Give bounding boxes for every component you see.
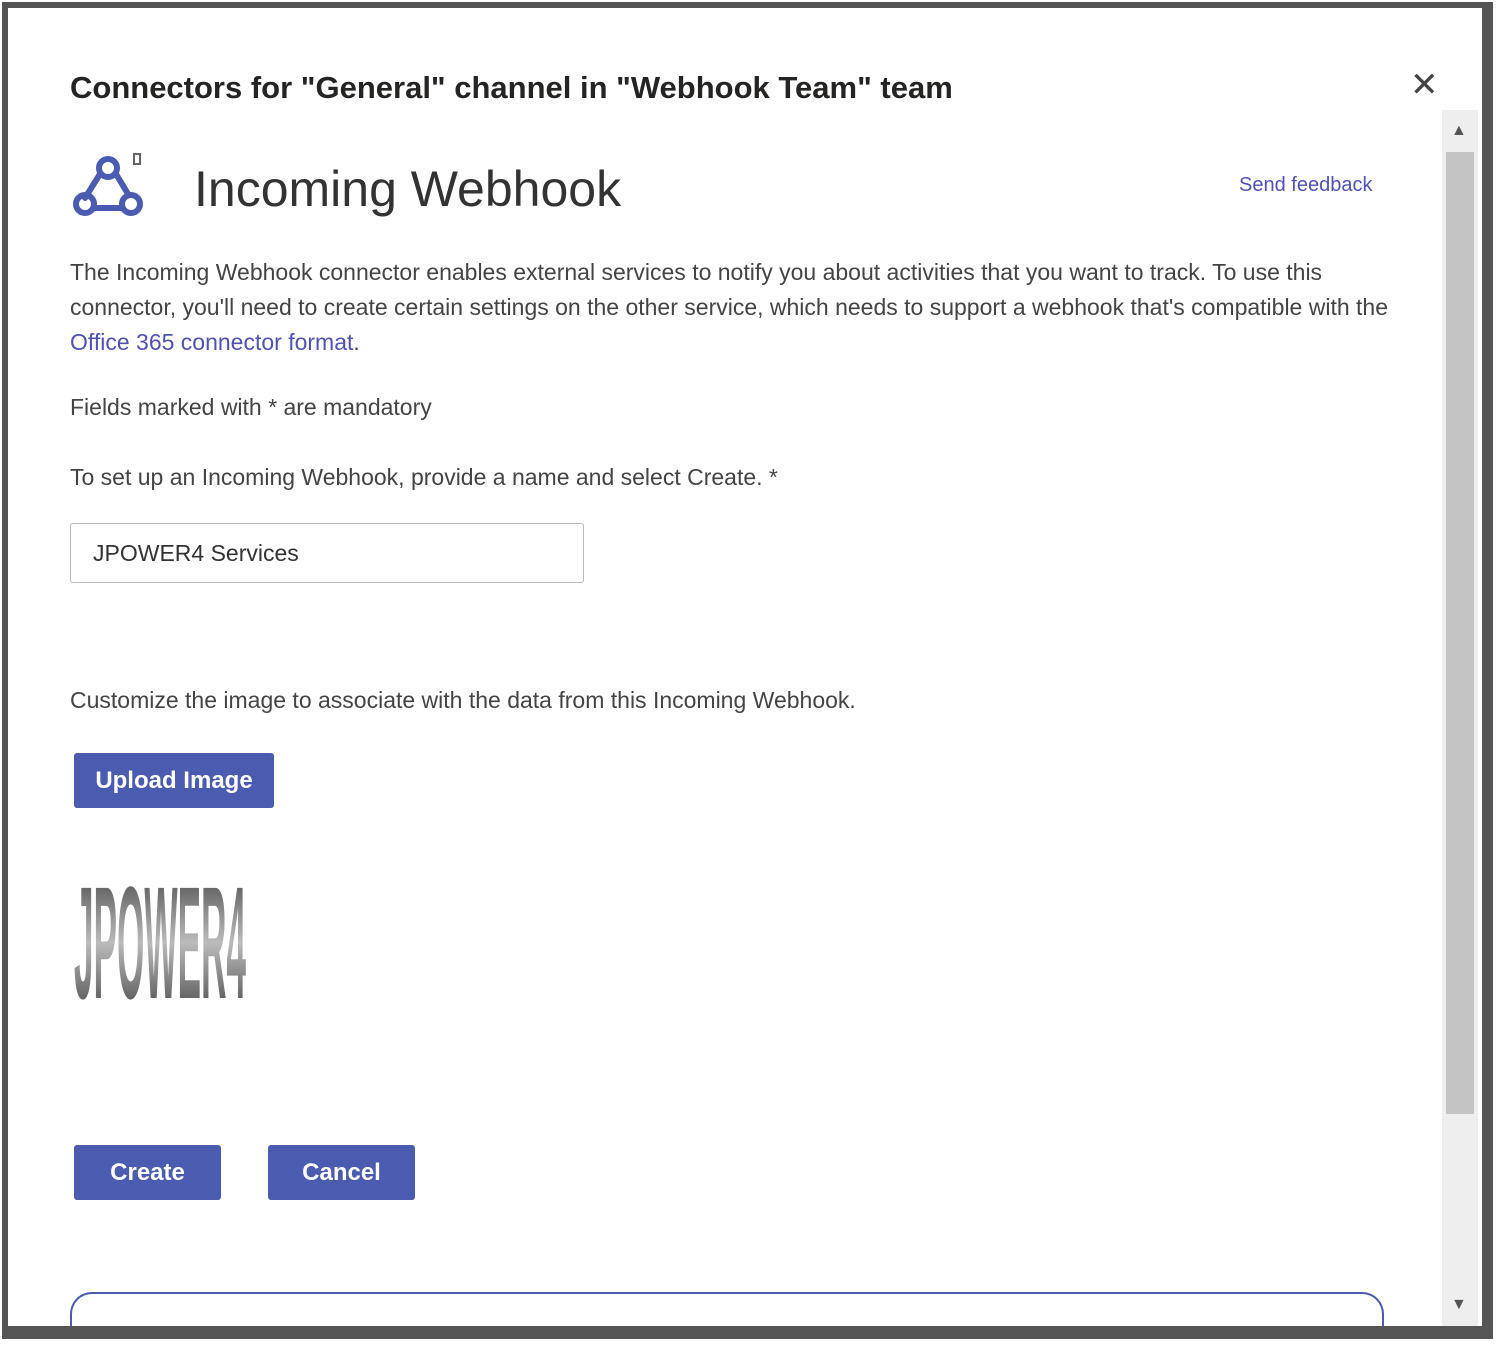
description-text: The Incoming Webhook connector enables e… [70, 259, 1388, 320]
connector-description: The Incoming Webhook connector enables e… [70, 255, 1390, 360]
connector-dialog: Connectors for "General" channel in "Web… [8, 8, 1482, 1326]
connector-name: Incoming Webhook [194, 161, 622, 217]
scrollbar[interactable]: ▲ ▼ [1442, 110, 1478, 1326]
svg-text:JPOWER4: JPOWER4 [74, 853, 246, 1008]
webhook-name-input[interactable] [70, 523, 584, 583]
mandatory-note: Fields marked with * are mandatory [70, 394, 432, 420]
create-button[interactable]: Create [74, 1145, 221, 1200]
scroll-down-icon[interactable]: ▼ [1451, 1296, 1467, 1314]
image-prompt: Customize the image to associate with th… [70, 687, 856, 713]
send-feedback-link[interactable]: Send feedback [1239, 174, 1372, 197]
dialog-title: Connectors for "General" channel in "Web… [70, 70, 953, 105]
description-end: . [353, 329, 360, 355]
scroll-up-icon[interactable]: ▲ [1451, 122, 1467, 140]
info-notice-box [70, 1292, 1384, 1326]
connector-format-link[interactable]: Office 365 connector format [70, 329, 353, 355]
upload-image-button[interactable]: Upload Image [74, 753, 274, 808]
webhook-icon [73, 153, 143, 216]
cancel-button[interactable]: Cancel [268, 1145, 415, 1200]
scrollbar-thumb[interactable] [1446, 152, 1474, 1114]
close-icon[interactable]: ✕ [1410, 68, 1439, 102]
webhook-image-preview: JPOWER4 [74, 853, 246, 1008]
name-prompt: To set up an Incoming Webhook, provide a… [70, 464, 778, 490]
